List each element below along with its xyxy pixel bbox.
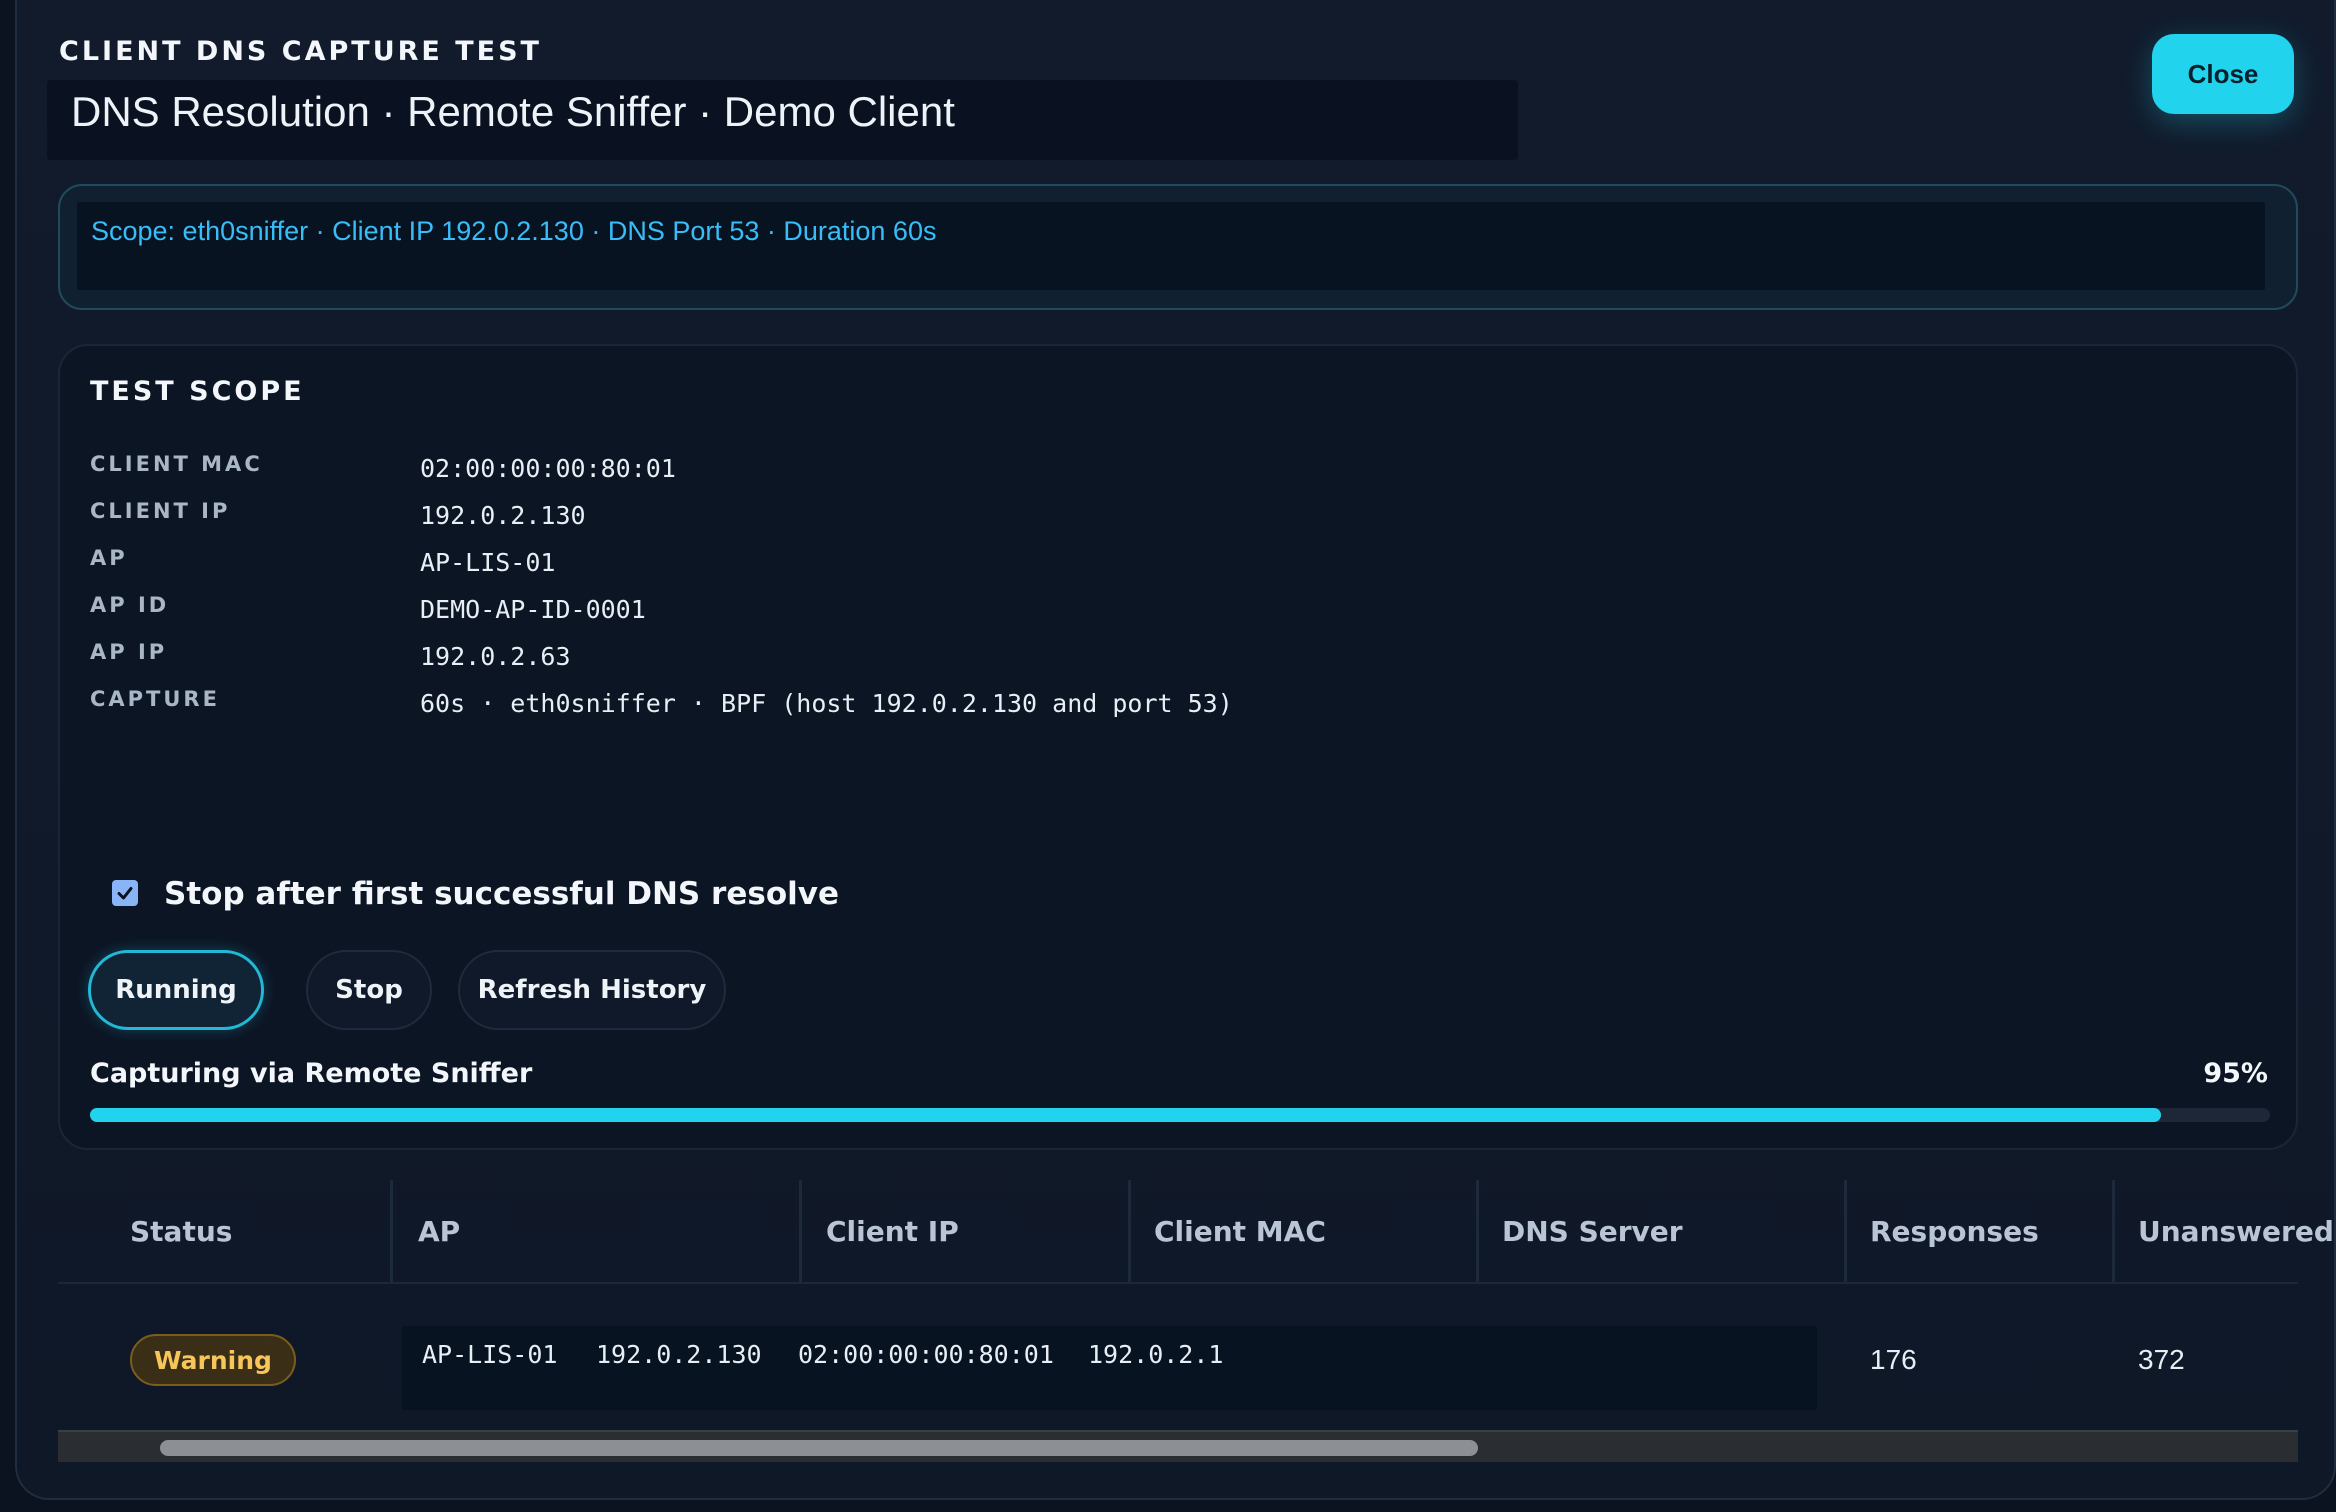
- stop-after-first-checkbox[interactable]: [112, 880, 138, 906]
- scrollbar-thumb[interactable]: [160, 1440, 1478, 1456]
- running-button[interactable]: Running: [88, 950, 264, 1030]
- checkmark-icon: [117, 887, 133, 900]
- client-ip-value: 192.0.2.130: [420, 501, 586, 530]
- scope-summary-panel: Scope: eth0sniffer · Client IP 192.0.2.1…: [58, 184, 2298, 310]
- capture-label: CAPTURE: [90, 687, 220, 711]
- column-header-client-ip[interactable]: Client IP: [826, 1180, 959, 1282]
- client-ip-label: CLIENT IP: [90, 499, 231, 523]
- column-divider: [2112, 1180, 2115, 1282]
- column-divider: [799, 1180, 802, 1282]
- client-mac-label: CLIENT MAC: [90, 452, 263, 476]
- row-responses: 176: [1870, 1344, 1917, 1375]
- row-details-strip: AP-LIS-01 192.0.2.130 02:00:00:00:80:01 …: [402, 1326, 1817, 1410]
- dns-capture-modal: CLIENT DNS CAPTURE TEST DNS Resolution ·…: [15, 0, 2336, 1500]
- progress-fill: [90, 1108, 2161, 1122]
- column-header-dns-server[interactable]: DNS Server: [1502, 1180, 1683, 1282]
- progress-track: [90, 1108, 2270, 1122]
- test-scope-title: TEST SCOPE: [90, 376, 305, 407]
- column-header-responses[interactable]: Responses: [1870, 1180, 2039, 1282]
- ap-ip-value: 192.0.2.63: [420, 642, 571, 671]
- results-table-header: Status AP Client IP Client MAC DNS Serve…: [58, 1180, 2334, 1284]
- ap-value: AP-LIS-01: [420, 548, 556, 577]
- modal-eyebrow: CLIENT DNS CAPTURE TEST: [59, 36, 542, 67]
- client-mac-value: 02:00:00:00:80:01: [420, 454, 676, 483]
- column-divider: [1128, 1180, 1131, 1282]
- scope-summary-text: Scope: eth0sniffer · Client IP 192.0.2.1…: [77, 202, 2265, 290]
- row-dns-server: 192.0.2.1: [1088, 1340, 1224, 1369]
- ap-ip-label: AP IP: [90, 640, 168, 664]
- stop-after-first-label[interactable]: Stop after first successful DNS resolve: [164, 876, 839, 912]
- horizontal-scrollbar[interactable]: [58, 1430, 2298, 1462]
- column-divider: [390, 1180, 393, 1282]
- ap-id-label: AP ID: [90, 593, 170, 617]
- close-button[interactable]: Close: [2152, 34, 2294, 114]
- column-header-client-mac[interactable]: Client MAC: [1154, 1180, 1326, 1282]
- progress-label: Capturing via Remote Sniffer: [90, 1058, 533, 1089]
- column-header-ap[interactable]: AP: [418, 1180, 460, 1282]
- progress-percent: 95%: [2203, 1058, 2268, 1089]
- test-scope-panel: TEST SCOPE CLIENT MAC 02:00:00:00:80:01 …: [58, 344, 2298, 1150]
- refresh-history-button[interactable]: Refresh History: [458, 950, 726, 1030]
- status-badge: Warning: [130, 1334, 296, 1386]
- row-ap: AP-LIS-01: [422, 1340, 558, 1369]
- table-row[interactable]: Warning AP-LIS-01 192.0.2.130 02:00:00:0…: [58, 1286, 2298, 1426]
- ap-id-value: DEMO-AP-ID-0001: [420, 595, 646, 624]
- column-divider: [1844, 1180, 1847, 1282]
- row-client-ip: 192.0.2.130: [596, 1340, 762, 1369]
- row-client-mac: 02:00:00:00:80:01: [798, 1340, 1054, 1369]
- column-header-status[interactable]: Status: [130, 1180, 232, 1282]
- stop-button[interactable]: Stop: [306, 950, 432, 1030]
- modal-title: DNS Resolution · Remote Sniffer · Demo C…: [47, 80, 1518, 160]
- column-divider: [1476, 1180, 1479, 1282]
- row-unanswered: 372: [2138, 1344, 2185, 1375]
- capture-value: 60s · eth0sniffer · BPF (host 192.0.2.13…: [420, 689, 1233, 718]
- column-header-unanswered[interactable]: Unanswered: [2138, 1180, 2334, 1282]
- ap-label: AP: [90, 546, 128, 570]
